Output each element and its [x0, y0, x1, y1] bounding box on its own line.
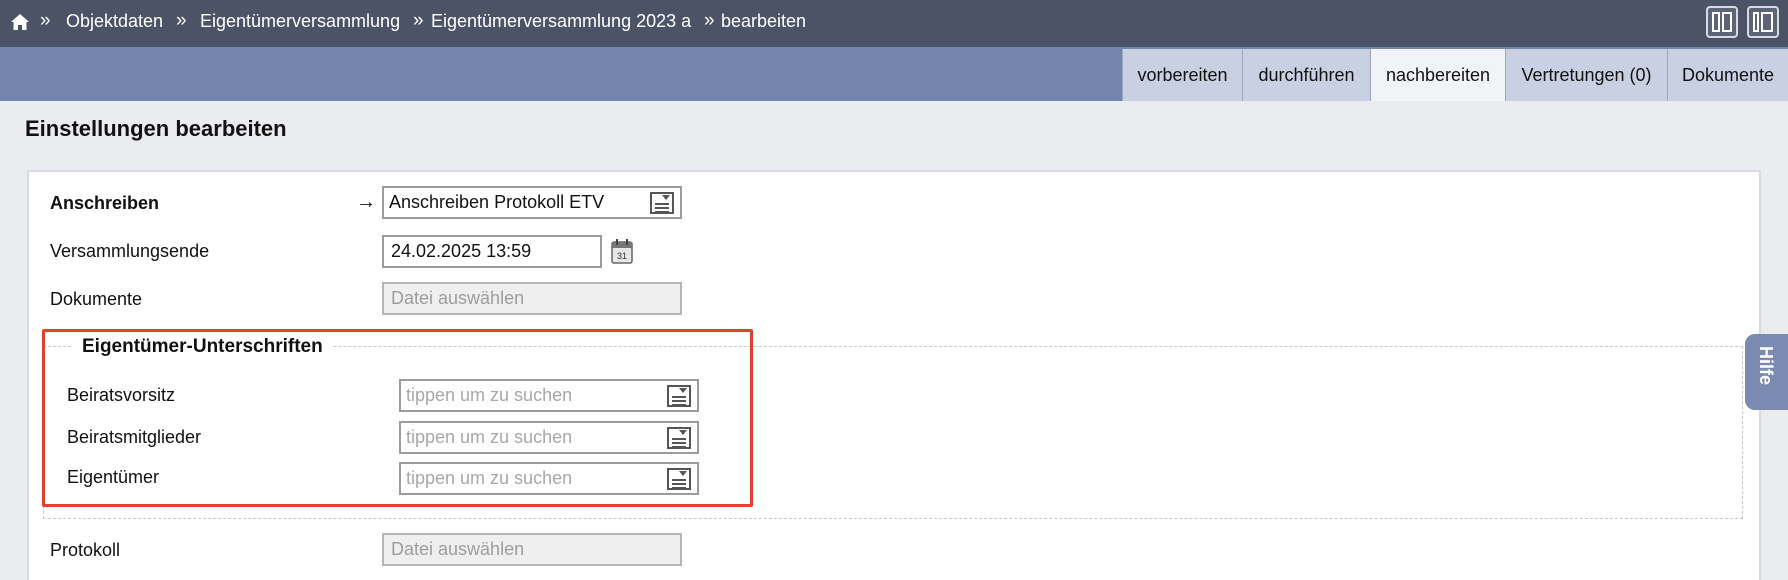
breadcrumb-bar: » Objektdaten » Eigentümerversammlung » … — [0, 0, 1788, 47]
dokumente-label: Dokumente — [50, 289, 143, 309]
help-button[interactable]: Hilfe — [1745, 334, 1788, 410]
tab-dokumente[interactable]: Dokumente — [1667, 49, 1788, 101]
anschreiben-label: Anschreiben — [50, 193, 160, 213]
versammlungsende-label: Versammlungsende — [50, 241, 210, 261]
tab-nachbereiten[interactable]: nachbereiten — [1370, 49, 1505, 101]
protokoll-label: Protokoll — [50, 540, 121, 560]
layout-sidebar-icon[interactable] — [1747, 6, 1779, 38]
highlight-frame — [42, 329, 753, 507]
protokoll-file-input[interactable]: Datei auswählen — [382, 533, 682, 566]
breadcrumb-bearbeiten: bearbeiten — [721, 11, 807, 31]
anschreiben-select[interactable]: Anschreiben Protokoll ETV — [382, 186, 682, 219]
breadcrumb-separator: » — [413, 10, 424, 31]
tab-vertretungen[interactable]: Vertretungen (0) — [1505, 49, 1667, 101]
breadcrumb-versammlung-2023[interactable]: Eigentümerversammlung 2023 a — [431, 11, 691, 32]
breadcrumb-objektdaten[interactable]: Objektdaten — [66, 11, 163, 32]
versammlungsende-input[interactable]: 24.02.2025 13:59 — [382, 235, 602, 268]
select-list-icon[interactable] — [650, 192, 674, 214]
tab-bar: vorbereiten durchführen nachbereiten Ver… — [0, 47, 1788, 101]
tab-durchfuehren[interactable]: durchführen — [1242, 49, 1370, 101]
breadcrumb-separator: » — [704, 10, 715, 31]
dokumente-placeholder: Datei auswählen — [391, 288, 525, 308]
tab-vorbereiten[interactable]: vorbereiten — [1122, 49, 1242, 101]
home-icon[interactable] — [10, 12, 30, 32]
breadcrumb-separator: » — [40, 10, 51, 31]
breadcrumb-eigentuemerversammlung[interactable]: Eigentümerversammlung — [200, 11, 400, 32]
page-title: Einstellungen bearbeiten — [25, 116, 287, 141]
svg-text:31: 31 — [617, 251, 627, 261]
versammlungsende-value: 24.02.2025 13:59 — [391, 241, 532, 261]
anschreiben-value: Anschreiben Protokoll ETV — [389, 192, 605, 212]
arrow-icon: → — [356, 191, 376, 213]
help-label: Hilfe — [1756, 346, 1776, 386]
layout-two-column-icon[interactable] — [1706, 6, 1738, 38]
calendar-icon[interactable]: 31 — [611, 238, 633, 264]
protokoll-placeholder: Datei auswählen — [391, 539, 525, 559]
dokumente-file-input[interactable]: Datei auswählen — [382, 282, 682, 315]
breadcrumb-separator: » — [176, 10, 187, 31]
